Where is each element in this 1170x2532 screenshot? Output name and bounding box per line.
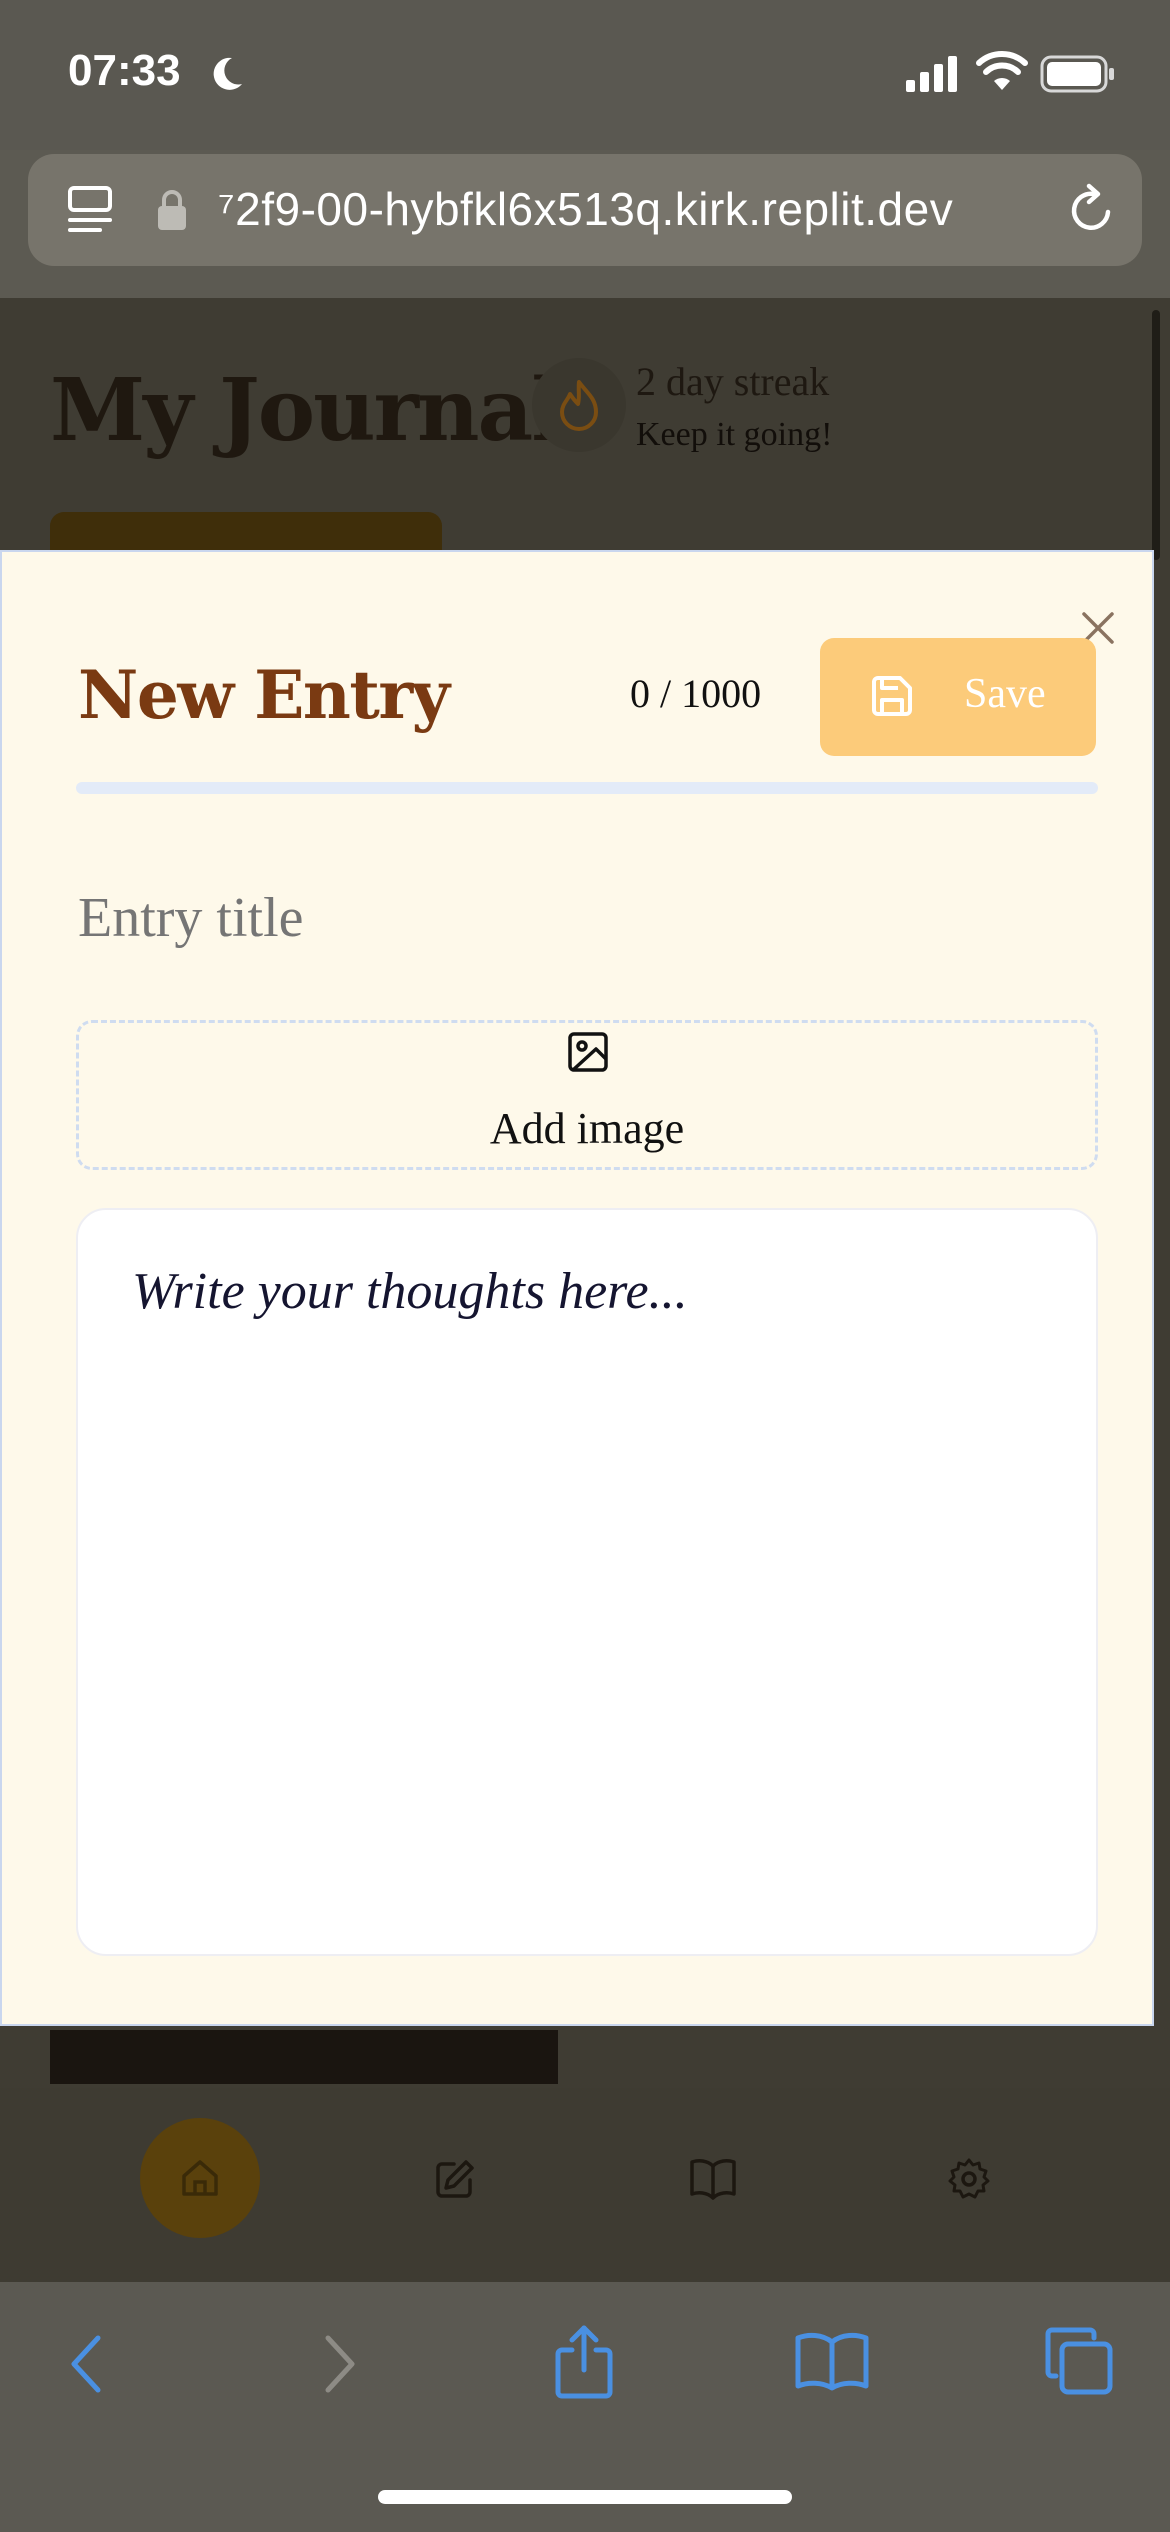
modal-title: New Entry bbox=[78, 656, 450, 734]
signal-icon bbox=[906, 56, 957, 92]
gear-icon[interactable] bbox=[946, 2156, 992, 2202]
new-entry-button[interactable] bbox=[50, 512, 442, 552]
wifi-icon bbox=[976, 51, 1028, 90]
nav-home[interactable] bbox=[140, 2118, 260, 2238]
book-icon[interactable] bbox=[688, 2156, 738, 2202]
bookmarks-icon[interactable] bbox=[794, 2330, 870, 2392]
forward-icon[interactable] bbox=[320, 2332, 360, 2396]
body-placeholder: Write your thoughts here... bbox=[132, 1263, 688, 1320]
image-icon bbox=[568, 1032, 608, 1072]
url-bar[interactable]: ⁷2f9-00-hybfkl6x513q.kirk.replit.dev bbox=[28, 154, 1142, 266]
add-image-label: Add image bbox=[489, 1104, 685, 1153]
status-time: 07:33 bbox=[68, 46, 181, 95]
add-image-button[interactable]: Add image bbox=[76, 1020, 1098, 1170]
home-indicator[interactable] bbox=[378, 2490, 792, 2504]
entry-body-textarea[interactable]: Write your thoughts here... bbox=[76, 1208, 1098, 1956]
edit-icon[interactable] bbox=[432, 2156, 478, 2202]
reload-icon[interactable] bbox=[1064, 182, 1120, 238]
journal-title: My Journal bbox=[50, 360, 564, 461]
battery-icon bbox=[1040, 55, 1114, 93]
flame-icon bbox=[560, 380, 598, 431]
scrollbar[interactable] bbox=[1152, 310, 1160, 560]
lock-icon bbox=[158, 190, 186, 230]
divider bbox=[76, 782, 1098, 794]
char-count: 0 / 1000 bbox=[630, 671, 762, 716]
new-entry-modal: New Entry 0 / 1000 Save Add image Write … bbox=[0, 550, 1154, 2026]
streak-badge bbox=[532, 358, 626, 452]
status-bar: 07:33 bbox=[0, 0, 1170, 150]
url-text[interactable]: ⁷2f9-00-hybfkl6x513q.kirk.replit.dev bbox=[218, 182, 953, 236]
save-icon bbox=[872, 676, 912, 716]
entry-image bbox=[50, 2030, 558, 2084]
save-label: Save bbox=[964, 671, 1046, 717]
tabs-icon[interactable] bbox=[1044, 2326, 1114, 2396]
streak-subtext: Keep it going! bbox=[636, 416, 833, 453]
back-icon[interactable] bbox=[66, 2332, 106, 2396]
bottom-nav bbox=[0, 2088, 1170, 2282]
save-button[interactable]: Save bbox=[820, 638, 1096, 756]
entry-title-input[interactable] bbox=[78, 886, 1078, 950]
reader-icon[interactable] bbox=[64, 182, 120, 238]
share-icon[interactable] bbox=[550, 2322, 618, 2400]
home-icon bbox=[182, 2160, 218, 2196]
moon-icon bbox=[213, 57, 242, 90]
streak-text: 2 day streak bbox=[636, 359, 830, 404]
